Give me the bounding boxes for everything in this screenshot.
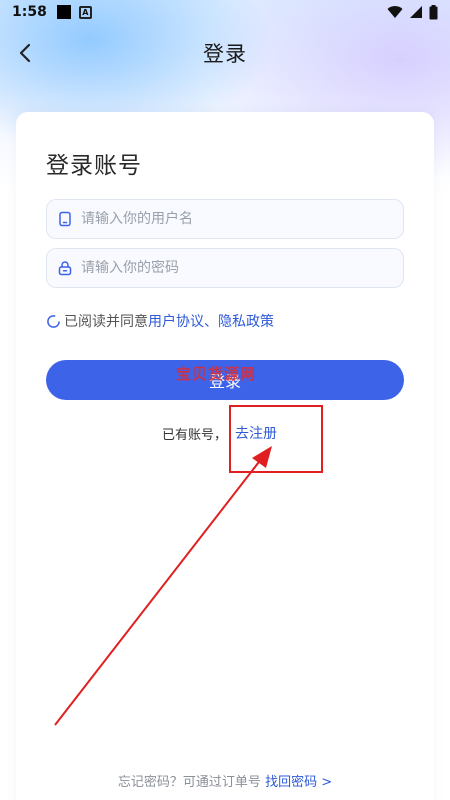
top-header: 登录 — [0, 28, 450, 78]
lock-icon — [58, 261, 72, 276]
forgot-password-row: 忘记密码？可通过订单号 找回密码 > — [0, 771, 450, 790]
page-title: 登录 — [203, 42, 247, 66]
annotation-highlight-box — [229, 405, 323, 473]
watermark-text: 宝贝货源网 — [176, 365, 257, 383]
agreement-separator: 、 — [204, 314, 218, 330]
agreement-prefix: 已阅读并同意 — [64, 314, 148, 330]
loading-circle-icon[interactable] — [46, 314, 61, 329]
privacy-policy-link[interactable]: 隐私政策 — [218, 311, 274, 331]
notification-square-icon — [56, 5, 71, 19]
username-input[interactable] — [81, 211, 391, 227]
password-input[interactable] — [81, 260, 391, 276]
battery-icon — [429, 4, 438, 19]
agreement-row: 已阅读并同意 用户协议 、 隐私政策 — [46, 311, 274, 331]
phone-icon — [59, 211, 71, 227]
wifi-icon — [387, 6, 403, 19]
register-prompt: 已有账号， — [162, 427, 228, 443]
user-agreement-link[interactable]: 用户协议 — [148, 311, 204, 331]
signal-icon — [410, 6, 422, 18]
username-field[interactable] — [46, 199, 404, 239]
status-bar: 1:58 A — [0, 0, 450, 24]
status-indicators — [387, 4, 438, 20]
status-time: 1:58 — [12, 4, 47, 20]
app-notification-icon: A — [78, 5, 92, 19]
recover-password-link[interactable]: 找回密码 > — [265, 775, 332, 790]
card-title: 登录账号 — [46, 153, 142, 179]
password-field[interactable] — [46, 248, 404, 288]
chevron-left-icon[interactable] — [16, 42, 36, 64]
forgot-prompt: 忘记密码？可通过订单号 — [117, 775, 261, 790]
